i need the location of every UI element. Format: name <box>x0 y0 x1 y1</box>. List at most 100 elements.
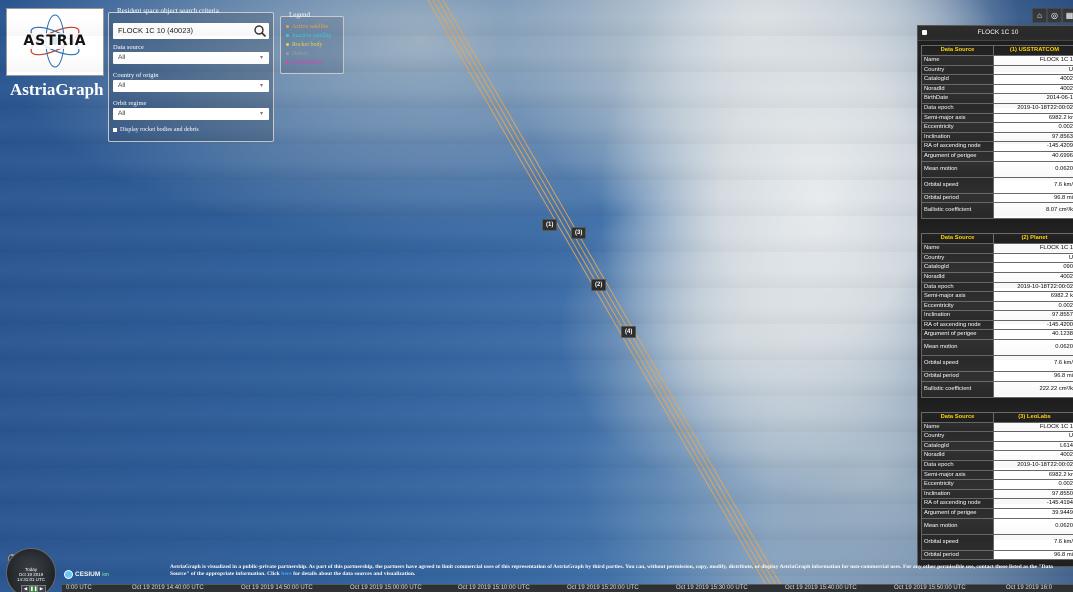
row-key: RA of ascending node <box>921 319 994 331</box>
row-value: 0.0620 <box>993 160 1073 178</box>
scene-mode-button[interactable]: ◎ <box>1047 8 1062 23</box>
table-header-source: (1) USSTRATCOM <box>993 45 1073 56</box>
table-row: Name FLOCK 1C 1 <box>921 243 1073 254</box>
table-row: Argument of perigee 40.1238 <box>921 329 1073 341</box>
row-value: -145.4200 <box>993 319 1073 331</box>
row-value: 8.07 cm²/k <box>993 202 1073 220</box>
orbit-line-3 <box>437 0 781 592</box>
table-row: Eccentricity 0.002 <box>921 479 1073 490</box>
search-icon[interactable] <box>253 23 267 39</box>
table-row: NoradId 4002 <box>921 450 1073 462</box>
row-key: Orbital speed <box>921 533 994 551</box>
table-spacer <box>918 219 1073 229</box>
cesium-logo[interactable]: CESIUM ion <box>64 570 109 579</box>
row-value: 7.6 km/ <box>993 533 1073 551</box>
row-key: Inclination <box>921 131 994 143</box>
animation-widget[interactable]: Today Oct 19 2019 14:31:01 UTC ◀ ❚❚ ▶ <box>6 548 56 592</box>
table-header-key: Data Source <box>921 45 994 56</box>
dot-icon <box>286 52 289 56</box>
cesium-suffix: ion <box>102 571 109 578</box>
table-row: Eccentricity 0.002 <box>921 300 1073 312</box>
row-key: Data epoch <box>921 281 994 293</box>
row-key: RA of ascending node <box>921 498 994 509</box>
timeline-tick-label: Oct 19 2019 14:40:00 UTC <box>132 585 204 591</box>
row-key: Semi-major axis <box>921 469 994 481</box>
chevron-down-icon: ▾ <box>259 55 263 61</box>
satellite-label-3[interactable]: (3) <box>571 227 587 239</box>
row-key: Mean motion <box>921 339 994 357</box>
satellite-label-4[interactable]: (4) <box>621 326 637 338</box>
timeline-tick-label: Oct 19 2019 15:00:00 UTC <box>350 585 422 591</box>
table-row: Semi-major axis 6982.2 kr <box>921 469 1073 481</box>
table-row: Name FLOCK 1C 1 <box>921 55 1073 66</box>
row-key: Inclination <box>921 488 994 500</box>
play-button[interactable]: ▶ <box>37 585 46 592</box>
row-key: Data epoch <box>921 460 994 471</box>
row-key: Eccentricity <box>921 300 994 312</box>
home-button[interactable]: ⌂ <box>1032 8 1047 23</box>
close-icon[interactable] <box>922 30 927 35</box>
row-value: 97.8557 <box>993 310 1073 321</box>
row-value: 090 <box>993 262 1073 273</box>
row-value: 4002 <box>993 271 1073 283</box>
row-value: 7.6 km/ <box>993 355 1073 373</box>
search-input[interactable]: FLOCK 1C 10 (40023) <box>113 23 269 39</box>
table-row: NoradId 4002 <box>921 83 1073 95</box>
credit-text: AstriaGraph is visualized in a public-pr… <box>170 564 1070 578</box>
globe-viewport[interactable]: (1) (3) (2) (4) ASTRIA AstriaGraph Resid… <box>0 0 1073 592</box>
row-key: Name <box>921 243 994 254</box>
row-key: Semi-major axis <box>921 291 994 302</box>
table-row: Semi-major axis 6982.2 k <box>921 291 1073 302</box>
clock-readout: Today Oct 19 2019 14:31:01 UTC <box>7 567 55 582</box>
rocket-debris-toggle[interactable]: Display rocket bodies and debris <box>113 127 199 133</box>
table-spacer <box>918 398 1073 408</box>
row-value: U <box>993 64 1073 76</box>
base-layer-button[interactable]: ▦ <box>1062 8 1073 23</box>
country-select[interactable]: All ▾ <box>113 80 269 92</box>
row-key: Ballistic coefficient <box>921 380 994 398</box>
legend-item-inactive: Inactive satellite <box>286 33 331 39</box>
row-value: 6982.2 k <box>993 291 1073 302</box>
row-value: 4002 <box>993 74 1073 85</box>
table-row: Orbital period 96.8 mi <box>921 371 1073 382</box>
cesium-name: CESIUM <box>75 571 101 578</box>
logo-text: ASTRIA <box>23 33 87 49</box>
table-row: Ballistic coefficient 8.07 cm²/k <box>921 202 1073 220</box>
credit-text-after: for details about the data sources and v… <box>293 571 416 577</box>
dot-icon <box>286 61 289 65</box>
timeline[interactable]: 0:00 UTC Oct 19 2019 14:40:00 UTC Oct 19 2… <box>62 584 1073 592</box>
orbit-regime-select[interactable]: All ▾ <box>113 108 269 120</box>
table-row: CatalogId 090 <box>921 262 1073 273</box>
row-value: 0.002 <box>993 300 1073 312</box>
credit-link[interactable]: here <box>281 571 291 577</box>
row-key: Mean motion <box>921 517 994 535</box>
row-value: 96.8 mi <box>993 192 1073 204</box>
row-value: 2014-06-1 <box>993 93 1073 104</box>
checkbox[interactable] <box>113 128 117 132</box>
table-row: Orbital period 96.8 mi <box>921 549 1073 561</box>
satellite-label-2[interactable]: (2) <box>591 279 607 291</box>
row-value: FLOCK 1C 1 <box>993 243 1073 254</box>
table-row: Semi-major axis 6982.2 kr <box>921 112 1073 124</box>
data-source-select[interactable]: All ▾ <box>113 52 269 64</box>
table-row: Country U <box>921 252 1073 264</box>
table-row: Country U <box>921 431 1073 442</box>
layers-icon: ▦ <box>1065 11 1073 20</box>
row-key: Mean motion <box>921 160 994 178</box>
table-row: Orbital period 96.8 mi <box>921 192 1073 204</box>
row-key: Eccentricity <box>921 479 994 490</box>
legend-item-debris: Debris <box>286 51 308 57</box>
row-key: Orbital period <box>921 192 994 204</box>
row-value: -145.4209 <box>993 141 1073 152</box>
row-value: U <box>993 252 1073 264</box>
data-source-table: Data Source (3) LeoLabs Name FLOCK 1C 1 Coun… <box>921 411 1073 561</box>
row-value: 2019-10-18T22:00:02 <box>993 460 1073 471</box>
timeline-tick-label: Oct 19 2019 15:30:00 UTC <box>676 585 748 591</box>
rocket-debris-label: Display rocket bodies and debris <box>120 127 199 133</box>
row-key: Data epoch <box>921 102 994 114</box>
satellite-label-1[interactable]: (1) <box>542 219 558 231</box>
data-source-table: Data Source (1) USSTRATCOM Name FLOCK 1C 1C… <box>921 45 1073 220</box>
row-key: Country <box>921 64 994 76</box>
table-row: Inclination 97.8557 <box>921 310 1073 321</box>
row-key: CatalogId <box>921 262 994 273</box>
